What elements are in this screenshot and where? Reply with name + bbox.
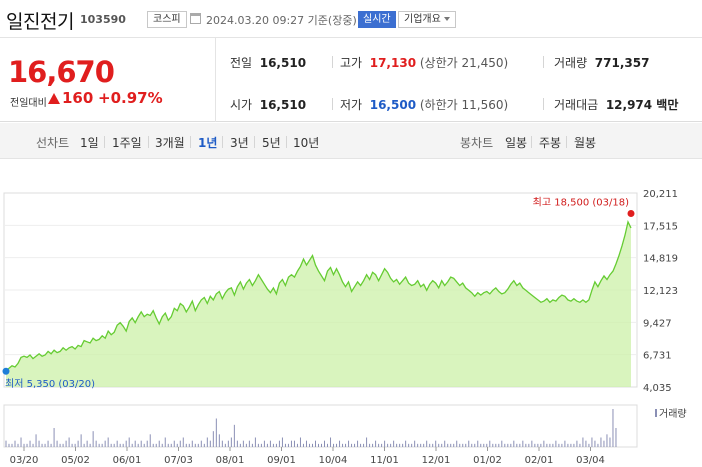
price-chart: 20,211 17,515 14,819 12,123 9,427 6,731 4,035 0… bbox=[0, 180, 702, 467]
tab-monthly[interactable]: 월봉 bbox=[574, 134, 596, 151]
x-tick-label: 09/01 bbox=[267, 455, 296, 466]
change-percent: +0.97% bbox=[98, 89, 163, 107]
high-label: 최고 18,500 (03/18) bbox=[533, 197, 629, 209]
low-marker bbox=[2, 367, 10, 375]
divider bbox=[190, 136, 191, 148]
stat-value: 16,510 bbox=[259, 56, 307, 70]
stat-value: 17,130 bbox=[369, 56, 417, 70]
price-chart-svg: 20,211 17,515 14,819 12,123 9,427 6,731 4,035 0… bbox=[2, 189, 687, 466]
candle-chart-label: 봉차트 bbox=[460, 136, 494, 150]
tab-weekly[interactable]: 주봉 bbox=[539, 134, 561, 151]
current-price: 16,670 bbox=[8, 55, 115, 89]
tab-3m[interactable]: 3개월 bbox=[155, 134, 185, 151]
timestamp: 2024.03.20 09:27 기준(장중) bbox=[206, 14, 357, 27]
up-arrow-icon bbox=[48, 93, 60, 104]
x-tick-label: 10/04 bbox=[319, 455, 348, 466]
chart-period-nav: 선차트 1일 1주일 3개월 1년 3년 5년 10년 봉차트 일봉 주봉 월봉 bbox=[0, 123, 702, 159]
y-tick-label: 14,819 bbox=[643, 254, 678, 265]
price-summary: 16,670 전일대비 160 +0.97% 전일 16,510 고가 17,1… bbox=[0, 38, 702, 122]
stat-value: 16,500 bbox=[369, 98, 417, 112]
volume-legend: 거래량 bbox=[659, 408, 687, 420]
divider bbox=[566, 136, 567, 148]
x-tick-label: 06/01 bbox=[113, 455, 142, 466]
stock-name: 일진전기 bbox=[6, 11, 74, 33]
y-tick-label: 20,211 bbox=[643, 189, 678, 200]
company-info-label: 기업개요 bbox=[404, 14, 441, 25]
tab-daily[interactable]: 일봉 bbox=[505, 134, 527, 151]
divider bbox=[222, 136, 223, 148]
x-tick-label: 05/02 bbox=[61, 455, 90, 466]
stat-low: 저가 16,500 (하한가 11,560) bbox=[340, 96, 508, 113]
x-tick-label: 08/01 bbox=[216, 455, 245, 466]
y-tick-label: 4,035 bbox=[643, 383, 672, 394]
low-label: 최저 5,350 (03/20) bbox=[5, 378, 95, 390]
chevron-down-icon bbox=[443, 17, 450, 21]
company-info-button[interactable]: 기업개요 bbox=[398, 11, 456, 28]
stat-label: 거래량 bbox=[554, 56, 588, 70]
divider bbox=[148, 136, 149, 148]
stat-open: 시가 16,510 bbox=[230, 96, 306, 113]
stat-label: 시가 bbox=[230, 98, 253, 112]
stat-label: 거래대금 bbox=[554, 98, 599, 112]
volume-frame bbox=[3, 404, 638, 448]
upper-limit: (상한가 21,450) bbox=[419, 56, 509, 70]
divider bbox=[531, 136, 532, 148]
change-value: 160 bbox=[62, 89, 94, 107]
stat-high: 고가 17,130 (상한가 21,450) bbox=[340, 54, 508, 71]
stat-label: 고가 bbox=[340, 56, 363, 70]
x-tick-label: 11/01 bbox=[370, 455, 399, 466]
divider bbox=[254, 136, 255, 148]
stat-label: 저가 bbox=[340, 98, 363, 112]
tab-1y[interactable]: 1년 bbox=[198, 134, 217, 151]
divider bbox=[215, 38, 216, 122]
market-badge: 코스피 bbox=[147, 11, 187, 28]
divider bbox=[543, 56, 544, 68]
y-tick-label: 12,123 bbox=[643, 286, 678, 297]
stat-amount: 거래대금 12,974 백만 bbox=[554, 96, 678, 113]
tab-1d[interactable]: 1일 bbox=[80, 134, 99, 151]
y-tick-label: 9,427 bbox=[643, 318, 672, 329]
change-label: 전일대비 bbox=[10, 98, 47, 109]
x-tick-label: 02/01 bbox=[525, 455, 554, 466]
divider bbox=[104, 136, 105, 148]
volume-legend-swatch bbox=[655, 409, 657, 417]
lower-limit: (하한가 11,560) bbox=[419, 98, 509, 112]
tab-3y[interactable]: 3년 bbox=[230, 134, 249, 151]
stat-prev-close: 전일 16,510 bbox=[230, 54, 306, 71]
tab-5y[interactable]: 5년 bbox=[262, 134, 281, 151]
x-tick-label: 01/02 bbox=[473, 455, 502, 466]
price-area bbox=[6, 221, 631, 387]
stat-value: 771,357 bbox=[594, 56, 650, 70]
divider bbox=[543, 98, 544, 110]
line-chart-label: 선차트 bbox=[36, 136, 70, 150]
x-tick-label: 03/04 bbox=[576, 455, 605, 466]
x-tick-label: 12/01 bbox=[422, 455, 451, 466]
divider bbox=[286, 136, 287, 148]
realtime-button[interactable]: 실시간 bbox=[358, 11, 396, 28]
tab-10y[interactable]: 10년 bbox=[293, 134, 319, 151]
tab-1w[interactable]: 1주일 bbox=[112, 134, 142, 151]
calendar-icon bbox=[190, 13, 201, 24]
high-marker bbox=[627, 210, 635, 218]
y-tick-label: 6,731 bbox=[643, 351, 672, 362]
divider bbox=[332, 98, 333, 110]
y-tick-label: 17,515 bbox=[643, 221, 678, 232]
stat-label: 전일 bbox=[230, 56, 253, 70]
stock-code: 103590 bbox=[80, 13, 126, 26]
stat-value: 16,510 bbox=[259, 98, 307, 112]
divider bbox=[332, 56, 333, 68]
x-tick-label: 03/20 bbox=[10, 455, 39, 466]
stat-volume: 거래량 771,357 bbox=[554, 54, 649, 71]
stock-header: 일진전기 103590 코스피 2024.03.20 09:27 기준(장중) … bbox=[0, 0, 702, 38]
stat-value: 12,974 백만 bbox=[605, 98, 679, 112]
x-tick-label: 07/03 bbox=[164, 455, 193, 466]
